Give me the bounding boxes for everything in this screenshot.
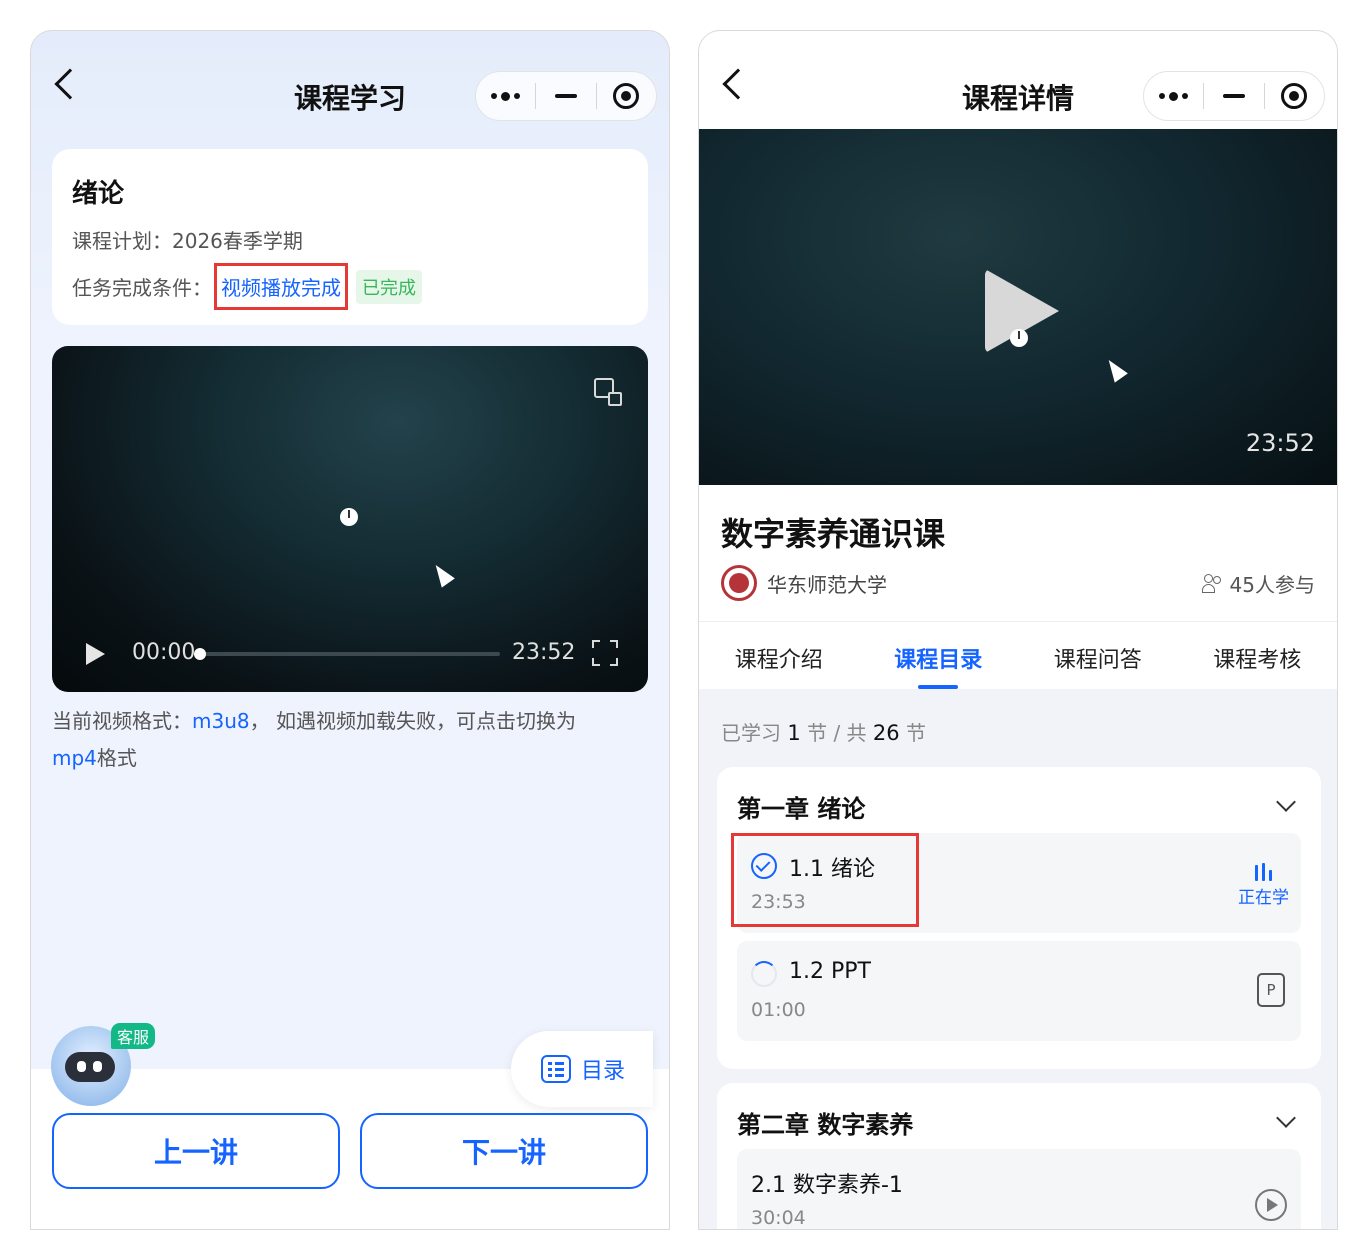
format-suffix: 格式 <box>96 746 137 770</box>
highlight-box <box>731 833 919 927</box>
chevron-down-icon[interactable] <box>1276 792 1296 812</box>
loading-icon <box>340 508 358 526</box>
lesson-time: 30:04 <box>751 1207 806 1229</box>
nav-bar: 课程详情 <box>699 31 1337 129</box>
chapter-card: 第二章 数字素养 2.1 数字素养-1 30:04 <box>717 1083 1321 1229</box>
progress-track[interactable] <box>194 648 500 660</box>
close-program-button[interactable] <box>1265 72 1324 120</box>
lesson-item[interactable]: 1.2 PPT 01:00 P <box>737 941 1301 1041</box>
studying-label: 正在学 <box>1238 888 1289 908</box>
tab-intro[interactable]: 课程介绍 <box>699 622 859 689</box>
list-icon <box>541 1055 571 1083</box>
next-lesson-button[interactable]: 下一讲 <box>360 1113 648 1189</box>
picture-in-picture-icon[interactable] <box>594 378 622 406</box>
participants: 45人参与 <box>1201 569 1315 598</box>
study-progress: 已学习 1 节 / 共 26 节 <box>721 717 926 746</box>
cursor-icon <box>429 560 455 588</box>
progress-knob[interactable] <box>194 648 206 660</box>
more-menu-button[interactable] <box>476 72 535 120</box>
tab-bar: 课程介绍 课程目录 课程问答 课程考核 <box>699 621 1337 689</box>
tab-assessment[interactable]: 课程考核 <box>1178 622 1338 689</box>
lesson-item[interactable]: 2.1 数字素养-1 30:04 <box>737 1149 1301 1229</box>
more-dots-icon <box>1159 91 1189 101</box>
minimize-button[interactable] <box>536 72 595 120</box>
minus-icon <box>554 94 577 98</box>
course-study-screen: 课程学习 绪论 课程计划：2026春季学期 任务完成条件： 视频播放完成 已完成… <box>30 30 670 1230</box>
condition-value: 视频播放完成 <box>214 263 348 310</box>
nav-bar: 课程学习 <box>31 31 669 129</box>
switch-format-link[interactable]: mp4 <box>52 746 97 770</box>
toc-label: 目录 <box>581 1059 626 1084</box>
tab-catalog[interactable]: 课程目录 <box>859 622 1019 689</box>
condition-label: 任务完成条件： <box>72 276 212 300</box>
chapter-title: 第一章 绪论 <box>737 795 866 823</box>
total-time: 23:52 <box>512 640 576 665</box>
more-dots-icon <box>491 91 521 101</box>
lesson-name: 2.1 数字素养-1 <box>751 1173 903 1198</box>
chevron-down-icon[interactable] <box>1276 1108 1296 1128</box>
partial-progress-icon <box>751 961 777 987</box>
target-icon <box>1281 83 1308 109</box>
course-title: 数字素养通识课 <box>721 515 946 553</box>
loading-icon <box>1010 329 1028 347</box>
learned-count: 1 <box>787 721 801 745</box>
close-program-button[interactable] <box>597 72 656 120</box>
format-prefix: 当前视频格式： <box>52 709 192 733</box>
studying-indicator: 正在学 <box>1238 863 1289 908</box>
play-circle-icon <box>1255 1189 1287 1221</box>
mini-program-capsule <box>475 71 657 121</box>
video-duration: 23:52 <box>1245 429 1315 457</box>
lesson-heading: 绪论 <box>72 179 125 209</box>
minus-icon <box>1222 94 1245 98</box>
chapter-title: 第二章 数字素养 <box>737 1111 914 1139</box>
people-icon <box>1201 573 1224 594</box>
tab-qa[interactable]: 课程问答 <box>1018 622 1178 689</box>
equalizer-icon <box>1238 863 1289 881</box>
current-format: m3u8 <box>192 709 250 733</box>
fullscreen-icon[interactable] <box>592 640 618 666</box>
course-detail-screen: 课程详情 23:52 数字素养通识课 华东师范大学 45人参与 课程介绍 课程目… <box>698 30 1338 1230</box>
current-time: 00:00 <box>132 640 196 665</box>
total-count: 26 <box>872 721 900 745</box>
total-unit: 节 <box>906 721 926 745</box>
play-icon[interactable] <box>86 643 105 665</box>
video-format-note: 当前视频格式：m3u8， 如遇视频加载失败，可点击切换为 mp4格式 <box>52 703 642 777</box>
mini-program-capsule <box>1143 71 1325 121</box>
prev-lesson-button[interactable]: 上一讲 <box>52 1113 340 1189</box>
toc-button[interactable]: 目录 <box>511 1031 653 1107</box>
participants-count: 45人参与 <box>1229 573 1315 597</box>
cursor-icon <box>1102 355 1128 383</box>
minimize-button[interactable] <box>1204 72 1263 120</box>
university-logo <box>721 565 757 601</box>
lesson-time: 01:00 <box>751 999 806 1021</box>
more-menu-button[interactable] <box>1144 72 1203 120</box>
learned-prefix: 已学习 <box>721 721 781 745</box>
lesson-name: 1.2 PPT <box>789 959 871 984</box>
format-middle: ， 如遇视频加载失败，可点击切换为 <box>249 709 576 733</box>
university-name: 华东师范大学 <box>767 573 887 597</box>
course-plan: 课程计划：2026春季学期 <box>72 229 303 253</box>
course-video[interactable]: 23:52 <box>699 129 1337 485</box>
learned-unit: 节 / 共 <box>807 721 867 745</box>
completion-condition: 任务完成条件： 视频播放完成 已完成 <box>72 263 422 310</box>
status-badge: 已完成 <box>356 269 422 304</box>
support-badge[interactable]: 客服 <box>111 1023 156 1049</box>
ppt-file-icon: P <box>1257 973 1285 1007</box>
target-icon <box>613 83 640 109</box>
lesson-info-card: 绪论 课程计划：2026春季学期 任务完成条件： 视频播放完成 已完成 <box>52 149 648 325</box>
video-player[interactable]: 00:00 23:52 <box>52 346 648 692</box>
